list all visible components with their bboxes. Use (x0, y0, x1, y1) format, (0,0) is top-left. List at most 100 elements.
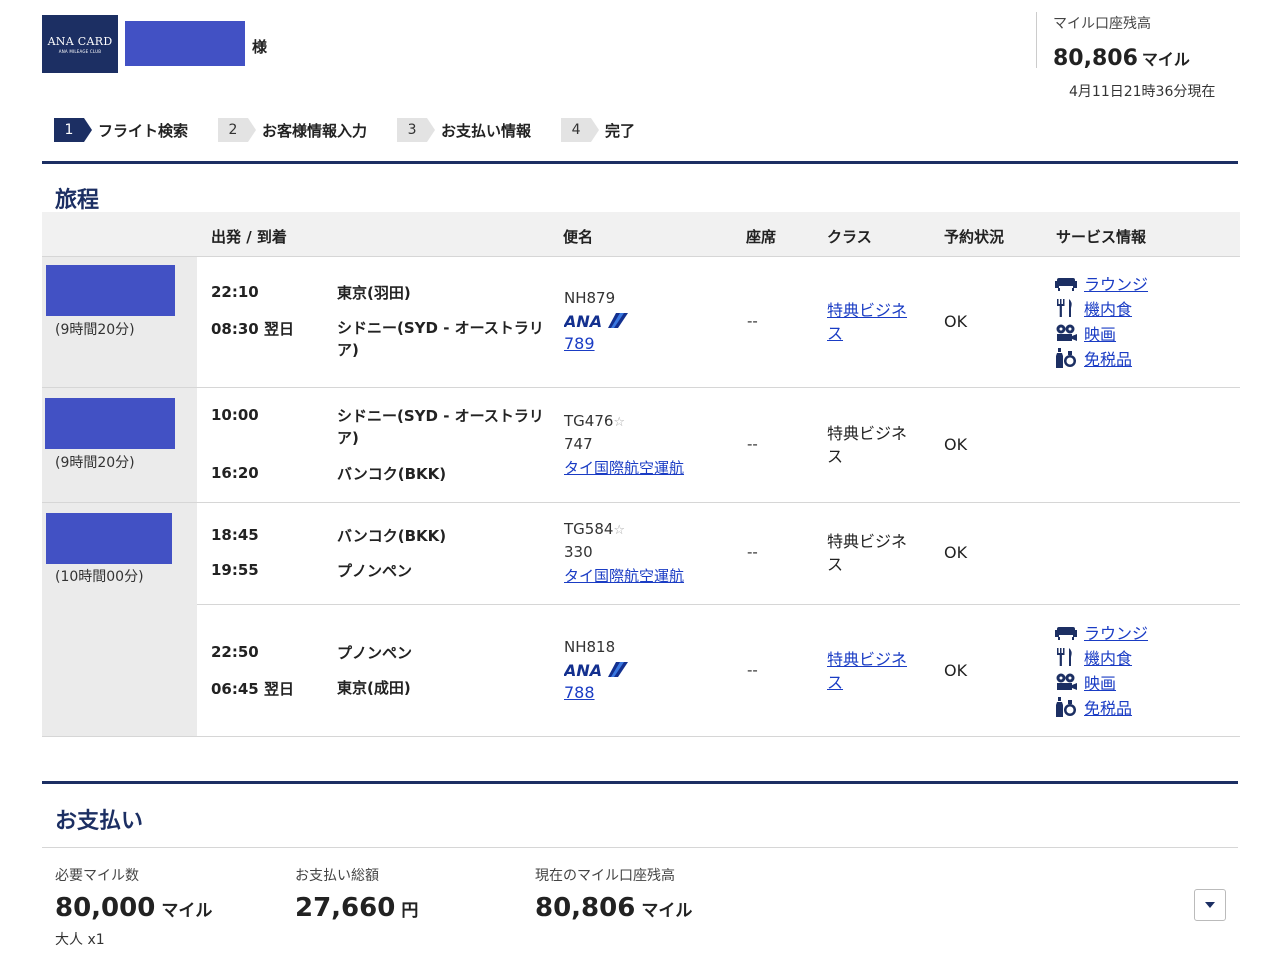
progress-steps: 1 フライト検索 2 お客様情報入力 3 お支払い情報 4 完了 (54, 117, 665, 143)
row-divider (42, 502, 1240, 503)
row-divider (197, 604, 1240, 605)
departure-place: プノンペン (337, 644, 413, 662)
meal-icon (1054, 298, 1078, 318)
payment-title: お支払い (55, 809, 144, 834)
mile-balance-value: 80,806 マイル (1053, 46, 1190, 71)
arrival-time: 16:20 (211, 464, 259, 482)
departure-place: 東京(羽田) (337, 284, 411, 302)
departure-time: 18:45 (211, 526, 259, 544)
booking-status: OK (944, 661, 968, 680)
seat-value: -- (747, 435, 758, 453)
total-payment-label: お支払い総額 (295, 868, 379, 884)
departure-time: 10:00 (211, 406, 259, 424)
mile-balance-label: マイル口座残高 (1053, 16, 1151, 32)
arrival-time: 19:55 (211, 561, 259, 579)
duty-free-icon (1054, 347, 1078, 368)
class-value: 特典ビジネス (827, 532, 908, 574)
current-balance-value: 80,806 マイル (535, 893, 693, 923)
arrival-time: 08:30 翌日 (211, 320, 294, 338)
step-flight-search: 1 フライト検索 (54, 118, 188, 142)
aircraft-type: 747 (564, 435, 593, 453)
ana-logo-icon: ANA (564, 312, 628, 329)
arrival-time: 06:45 翌日 (211, 680, 294, 698)
ana-logo-icon: ANA (564, 661, 628, 678)
operating-airline-link[interactable]: タイ国際航空運航 (564, 565, 684, 586)
arrival-place: バンコク(BKK) (337, 465, 447, 483)
service-dutyfree[interactable]: 免税品 (1054, 345, 1174, 370)
service-meal[interactable]: 機内食 (1054, 295, 1174, 320)
class-link[interactable]: 特典ビジネス (827, 299, 922, 345)
chevron-down-icon (1205, 902, 1215, 908)
section-divider (42, 161, 1238, 164)
flight-number: NH818 (564, 638, 616, 656)
flight-duration: (10時間00分) (55, 569, 144, 585)
arrival-place: シドニー(SYD - オーストラリア) (337, 319, 544, 359)
departure-time: 22:50 (211, 643, 259, 661)
meal-icon (1054, 647, 1078, 667)
service-movie[interactable]: 映画 (1054, 320, 1174, 345)
col-seat: 座席 (746, 228, 777, 246)
row-divider (42, 847, 1238, 848)
redacted-date (45, 398, 175, 449)
redacted-date (46, 265, 175, 316)
seat-value: -- (747, 543, 758, 561)
flight-number: TG476☆ (564, 412, 626, 430)
movie-icon (1054, 672, 1078, 692)
total-payment-value: 27,660 円 (295, 893, 419, 923)
lounge-icon (1054, 273, 1078, 293)
expand-details-button[interactable] (1194, 889, 1226, 921)
row-divider (42, 387, 1240, 388)
aircraft-type: 330 (564, 543, 593, 561)
section-divider (42, 781, 1238, 784)
step-complete: 4 完了 (561, 118, 635, 142)
star-alliance-icon: ☆ (613, 415, 626, 430)
svg-text:ANA: ANA (564, 661, 602, 678)
flight-number: NH879 (564, 289, 616, 307)
movie-icon (1054, 323, 1078, 343)
departure-place: シドニー(SYD - オーストラリア) (337, 407, 544, 447)
flight-number: TG584☆ (564, 520, 626, 538)
col-flight: 便名 (563, 228, 594, 246)
service-lounge[interactable]: ラウンジ (1054, 270, 1174, 295)
service-meal[interactable]: 機内食 (1054, 644, 1174, 669)
col-status: 予約状況 (944, 228, 1005, 246)
star-alliance-icon: ☆ (613, 523, 626, 538)
mile-balance-box: マイル口座残高 80,806 マイル (1036, 12, 1236, 71)
service-info: ラウンジ 機内食 映画 免税品 (1054, 619, 1174, 719)
col-service: サービス情報 (1056, 228, 1147, 246)
svg-text:ANA: ANA (564, 312, 602, 329)
redacted-user-name (125, 21, 245, 66)
aircraft-link[interactable]: 788 (564, 683, 595, 702)
col-class: クラス (827, 228, 872, 246)
redacted-date (46, 513, 172, 564)
class-link[interactable]: 特典ビジネス (827, 648, 922, 694)
itinerary-title: 旅程 (55, 188, 100, 213)
arrival-place: 東京(成田) (337, 679, 411, 697)
duty-free-icon (1054, 696, 1078, 717)
booking-status: OK (944, 435, 968, 454)
booking-status: OK (944, 543, 968, 562)
row-divider (42, 256, 1240, 257)
service-lounge[interactable]: ラウンジ (1054, 619, 1174, 644)
operating-airline-link[interactable]: タイ国際航空運航 (564, 457, 684, 478)
arrival-place: プノンペン (337, 562, 413, 580)
row-divider (42, 736, 1240, 737)
flight-duration: (9時間20分) (55, 455, 135, 471)
honorific-label: 様 (252, 38, 268, 56)
step-payment-info: 3 お支払い情報 (397, 118, 531, 142)
passenger-count: 大人 x1 (55, 932, 105, 948)
ana-card-logo: ANA CARD ANA MILEAGE CLUB (42, 15, 118, 73)
balance-as-of: 4月11日21時36分現在 (1069, 84, 1216, 100)
service-movie[interactable]: 映画 (1054, 669, 1174, 694)
lounge-icon (1054, 622, 1078, 642)
service-dutyfree[interactable]: 免税品 (1054, 694, 1174, 719)
service-info: ラウンジ 機内食 映画 免税品 (1054, 270, 1174, 370)
col-depart-arrive: 出発 / 到着 (211, 228, 287, 246)
booking-status: OK (944, 312, 968, 331)
class-value: 特典ビジネス (827, 424, 908, 466)
step-customer-info: 2 お客様情報入力 (218, 118, 367, 142)
departure-time: 22:10 (211, 283, 259, 301)
seat-value: -- (747, 661, 758, 679)
aircraft-link[interactable]: 789 (564, 334, 595, 353)
required-miles-value: 80,000 マイル (55, 893, 213, 923)
